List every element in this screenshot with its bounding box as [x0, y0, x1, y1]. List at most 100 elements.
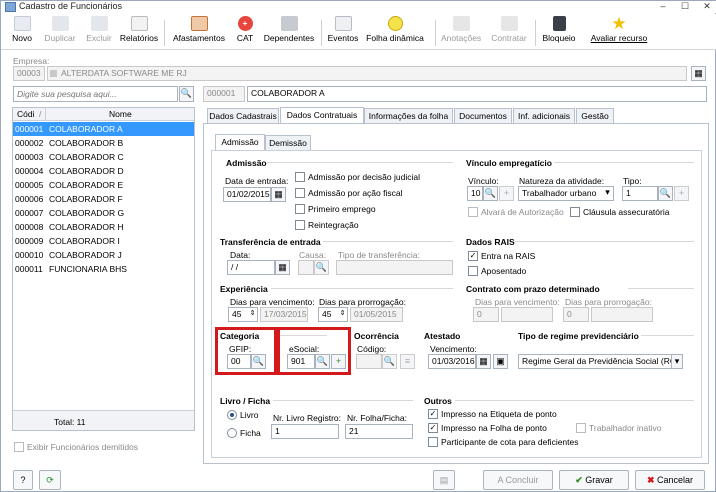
refresh-icon[interactable]: ⟳: [39, 470, 61, 490]
close-icon[interactable]: ✕: [699, 1, 715, 12]
list-item[interactable]: 000011 FUNCIONARIA BHS: [13, 262, 194, 276]
tab-5[interactable]: Gestão: [576, 108, 614, 123]
search-icon[interactable]: 🔍: [658, 186, 673, 201]
cat-button[interactable]: + CAT: [234, 16, 256, 48]
folha-ponto-checkbox[interactable]: ✓: [428, 423, 438, 433]
search-icon[interactable]: 🔍: [382, 354, 397, 369]
tab-4[interactable]: Inf. adicionais: [513, 108, 575, 123]
maximize-icon[interactable]: ☐: [677, 1, 693, 12]
entra-rais-checkbox[interactable]: ✓: [468, 251, 478, 261]
regime-select[interactable]: Regime Geral da Previdência Social (RGP: [518, 354, 683, 369]
alvara-checkbox[interactable]: [468, 207, 478, 217]
vinculo-label: Vínculo:: [468, 176, 499, 186]
regime-title: Tipo de regime previdenciário: [518, 331, 639, 341]
gravar-button[interactable]: ✔ Gravar: [559, 470, 629, 490]
list-item[interactable]: 000009 COLABORADOR I: [13, 234, 194, 248]
toolbar: Novo Duplicar Excluir Relatórios Afastam…: [1, 14, 716, 50]
tipo-input[interactable]: 1: [622, 186, 658, 201]
folha-ponto-label: Impresso na Folha de ponto: [441, 423, 547, 433]
spinner-icon[interactable]: ⇕: [247, 307, 258, 322]
list-item[interactable]: 000002 COLABORADOR B: [13, 136, 194, 150]
calendar-icon[interactable]: ▦: [691, 66, 706, 81]
grip-icon: [50, 70, 57, 77]
avaliar-recurso-button[interactable]: ★ Avaliar recurso: [589, 15, 649, 48]
calendar-icon[interactable]: ▦: [476, 354, 491, 369]
atestado-venc-input[interactable]: 01/03/2016: [428, 354, 476, 369]
ocorrencia-title: Ocorrência: [354, 331, 399, 341]
dependentes-button[interactable]: Dependentes: [263, 16, 315, 48]
livro-radio[interactable]: [227, 410, 237, 420]
list-icon[interactable]: ≡: [400, 354, 415, 369]
list-item[interactable]: 000001 COLABORADOR A: [13, 122, 194, 136]
natureza-select[interactable]: Trabalhador urbano: [518, 186, 614, 201]
etiqueta-label: Impresso na Etiqueta de ponto: [441, 409, 557, 419]
etiqueta-checkbox[interactable]: ✓: [428, 409, 438, 419]
search-button[interactable]: 🔍: [179, 86, 194, 102]
folha-dinamica-button[interactable]: Folha dinâmica: [365, 16, 425, 48]
help-button[interactable]: ?: [13, 470, 33, 490]
anotacoes-button[interactable]: Anotações: [441, 16, 481, 48]
row-name: COLABORADOR B: [49, 138, 124, 148]
ficha-radio[interactable]: [227, 428, 237, 438]
list-item[interactable]: 000005 COLABORADOR E: [13, 178, 194, 192]
novo-button[interactable]: Novo: [11, 16, 33, 48]
acao-fiscal-checkbox[interactable]: [295, 188, 305, 198]
eventos-button[interactable]: Eventos: [327, 16, 359, 48]
aposentado-checkbox[interactable]: [468, 266, 478, 276]
add-icon[interactable]: +: [674, 186, 689, 201]
spinner-icon[interactable]: ⇕: [337, 307, 348, 322]
calendar-icon[interactable]: ▦: [275, 260, 290, 275]
tab-2[interactable]: Informações da folha: [364, 108, 453, 123]
employee-name-field[interactable]: COLABORADOR A: [247, 86, 707, 102]
total-count: Total: 11: [54, 417, 86, 427]
list-item[interactable]: 000006 COLABORADOR F: [13, 192, 194, 206]
row-name: COLABORADOR F: [49, 194, 123, 204]
afastamentos-button[interactable]: Afastamentos: [171, 16, 227, 48]
tab-0[interactable]: Dados Cadastrais: [207, 108, 279, 123]
contratar-button[interactable]: Contratar: [489, 16, 529, 48]
subtab-1[interactable]: Demissão: [265, 135, 311, 150]
clausula-checkbox[interactable]: [570, 207, 580, 217]
add-icon[interactable]: +: [499, 186, 514, 201]
col-name-header[interactable]: Nome: [109, 109, 132, 119]
concluir-button[interactable]: A Concluir: [483, 470, 553, 490]
divider: [271, 288, 453, 289]
minimize-icon[interactable]: –: [655, 1, 671, 12]
chevron-down-icon[interactable]: ▾: [671, 354, 683, 369]
calendar-icon[interactable]: ▦: [271, 187, 286, 202]
list-item[interactable]: 000010 COLABORADOR J: [13, 248, 194, 262]
nr-livro-input[interactable]: 1: [271, 424, 339, 439]
show-fired-checkbox[interactable]: [14, 442, 24, 452]
list-item[interactable]: 000004 COLABORADOR D: [13, 164, 194, 178]
subtab-0[interactable]: Admissão: [215, 134, 265, 150]
search-input[interactable]: [13, 86, 178, 102]
list-item[interactable]: 000003 COLABORADOR C: [13, 150, 194, 164]
primeiro-emprego-checkbox[interactable]: [295, 204, 305, 214]
row-name: FUNCIONARIA BHS: [49, 264, 127, 274]
divider: [323, 241, 453, 242]
search-icon[interactable]: 🔍: [314, 260, 329, 275]
image-icon[interactable]: ▣: [493, 354, 508, 369]
duplicar-button[interactable]: Duplicar: [43, 16, 77, 48]
cancelar-button[interactable]: ✖ Cancelar: [635, 470, 705, 490]
decisao-judicial-checkbox[interactable]: [295, 172, 305, 182]
attach-icon[interactable]: ▤: [433, 470, 455, 490]
chevron-down-icon[interactable]: ▾: [601, 186, 614, 201]
nr-folha-input[interactable]: 21: [345, 424, 413, 439]
search-icon[interactable]: 🔍: [483, 186, 498, 201]
excluir-button[interactable]: Excluir: [85, 16, 113, 48]
bloqueio-button[interactable]: Bloqueio: [541, 16, 577, 48]
col-code-header[interactable]: Códi: [17, 109, 34, 119]
vinculo-input[interactable]: 10: [467, 186, 483, 201]
inativo-checkbox[interactable]: [576, 423, 586, 433]
list-item[interactable]: 000007 COLABORADOR G: [13, 206, 194, 220]
transf-data-input[interactable]: / /: [227, 260, 275, 275]
reintegracao-checkbox[interactable]: [295, 220, 305, 230]
tab-1[interactable]: Dados Contratuais: [280, 107, 364, 123]
data-entrada-input[interactable]: 01/02/2015: [223, 187, 271, 202]
list-item[interactable]: 000008 COLABORADOR H: [13, 220, 194, 234]
cota-checkbox[interactable]: [428, 437, 438, 447]
relatorios-button[interactable]: Relatórios: [119, 16, 159, 48]
atestado-venc-label: Vencimento:: [430, 344, 477, 354]
tab-3[interactable]: Documentos: [454, 108, 512, 123]
